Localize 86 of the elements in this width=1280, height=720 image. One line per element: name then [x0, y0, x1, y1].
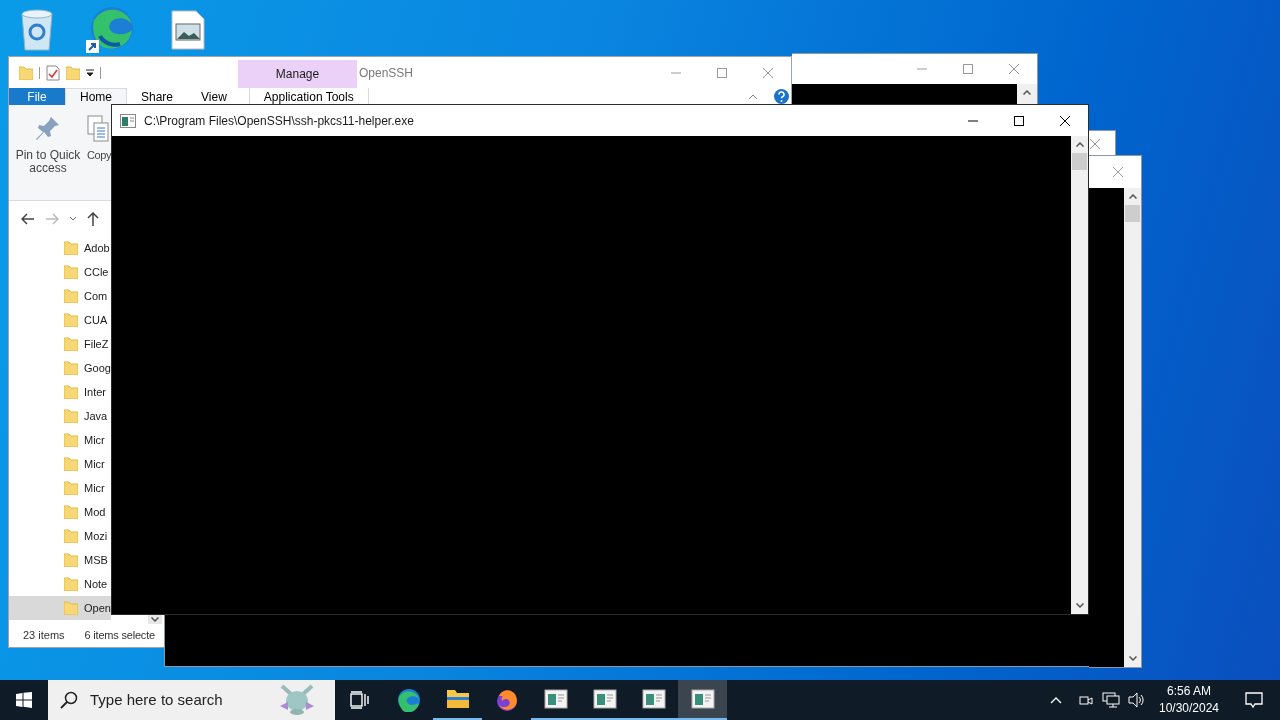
browser-icon [396, 688, 421, 712]
folder-item[interactable]: Micr [9, 452, 111, 476]
ribbon-tab[interactable]: File [9, 88, 65, 105]
window-title: C:\Program Files\OpenSSH\ssh-pkcs11-helper.exe [144, 112, 414, 130]
folder-icon [64, 337, 78, 351]
folder-icon [64, 529, 78, 543]
folder-item[interactable]: Adob [9, 236, 111, 260]
folder-icon [64, 241, 78, 255]
collapse-ribbon-icon[interactable] [748, 93, 758, 100]
console-app-icon [592, 687, 617, 711]
scroll-down-button[interactable] [148, 615, 162, 624]
folder-item[interactable]: MSB [9, 548, 111, 572]
copy-icon [87, 115, 109, 143]
ribbon-tab[interactable]: Share [127, 88, 188, 105]
folder-icon [64, 601, 78, 615]
chevron-up-icon[interactable] [1050, 696, 1062, 704]
folder-icon [64, 577, 78, 591]
selection-count: 6 items selecte [84, 628, 155, 644]
folder-item[interactable]: CUA [9, 308, 111, 332]
folder-item[interactable]: Inter [9, 380, 111, 404]
caret-icon [1128, 194, 1137, 199]
caret-icon [1075, 603, 1084, 608]
scrollbar-thumb[interactable] [1072, 153, 1087, 170]
network-icon[interactable] [1102, 692, 1120, 708]
console-app-icon [641, 687, 666, 711]
folder-item[interactable]: Com [9, 284, 111, 308]
clock-time[interactable]: 6:56 AM [1154, 683, 1224, 700]
folder-icon [64, 553, 78, 567]
creature-icon [278, 684, 316, 716]
folder-icon [64, 505, 78, 519]
help-icon[interactable] [774, 89, 789, 104]
folder-icon [64, 457, 78, 471]
folder-icon [64, 433, 78, 447]
folder-icon [64, 361, 78, 375]
scrollbar[interactable] [1071, 136, 1088, 614]
up-arrow-icon[interactable] [87, 211, 99, 226]
folder-item[interactable]: Open [9, 596, 111, 620]
caret-icon [1128, 656, 1137, 661]
image-file-icon[interactable] [171, 10, 205, 50]
volume-icon[interactable] [1128, 692, 1146, 708]
notifications-icon[interactable] [1245, 691, 1263, 709]
back-arrow-icon[interactable] [21, 212, 35, 225]
search-field[interactable]: Type here to search [90, 688, 260, 712]
folder-icon [64, 409, 78, 423]
caret-icon [1023, 90, 1031, 95]
scrollbar-thumb[interactable] [1125, 205, 1140, 222]
window-title: OpenSSH [359, 64, 414, 82]
caret-icon [1075, 142, 1084, 147]
clock-date[interactable]: 10/30/2024 [1154, 700, 1224, 717]
fox-browser-icon [494, 688, 519, 712]
folder-icon [64, 289, 78, 303]
console-app-icon [543, 687, 568, 711]
minimize-icon[interactable] [968, 119, 978, 122]
folder-item[interactable]: CCle [9, 260, 111, 284]
caret-icon [151, 617, 159, 622]
folder-item[interactable]: Mozi [9, 524, 111, 548]
scrollbar[interactable] [1124, 188, 1141, 667]
start-icon[interactable] [16, 692, 32, 708]
folder-item[interactable]: Mod [9, 500, 111, 524]
folder-item[interactable]: Micr [9, 428, 111, 452]
folder-item[interactable]: FileZ [9, 332, 111, 356]
folder-item[interactable]: Note [9, 572, 111, 596]
dropdown-icon[interactable] [86, 68, 94, 77]
ribbon-tab[interactable]: View [187, 88, 241, 105]
maximize-icon[interactable] [1014, 115, 1024, 126]
folder-item[interactable]: Java [9, 404, 111, 428]
folder-icon [445, 687, 470, 711]
search-icon [60, 691, 78, 709]
console-app-icon [120, 113, 136, 128]
folder-icon [64, 313, 78, 327]
folder-icon [64, 481, 78, 495]
ribbon-tab[interactable]: Home [65, 88, 127, 105]
taskbar-button[interactable] [678, 680, 727, 720]
copy-button[interactable]: Copy [87, 113, 111, 200]
folder-icon [64, 265, 78, 279]
item-count: 23 items [23, 628, 65, 644]
task-view-icon[interactable] [349, 691, 370, 709]
folder-item[interactable]: Goog [9, 356, 111, 380]
folder-item[interactable]: Micr [9, 476, 111, 500]
close-icon[interactable] [1060, 115, 1070, 126]
contextual-tab-group: Manage [238, 60, 357, 88]
properties-icon[interactable] [46, 64, 60, 81]
search-bar[interactable]: Type here to search [48, 680, 335, 720]
folder-icon [64, 385, 78, 399]
console-app-icon [690, 687, 715, 711]
pin-button[interactable]: Pin to Quick access [9, 113, 87, 200]
